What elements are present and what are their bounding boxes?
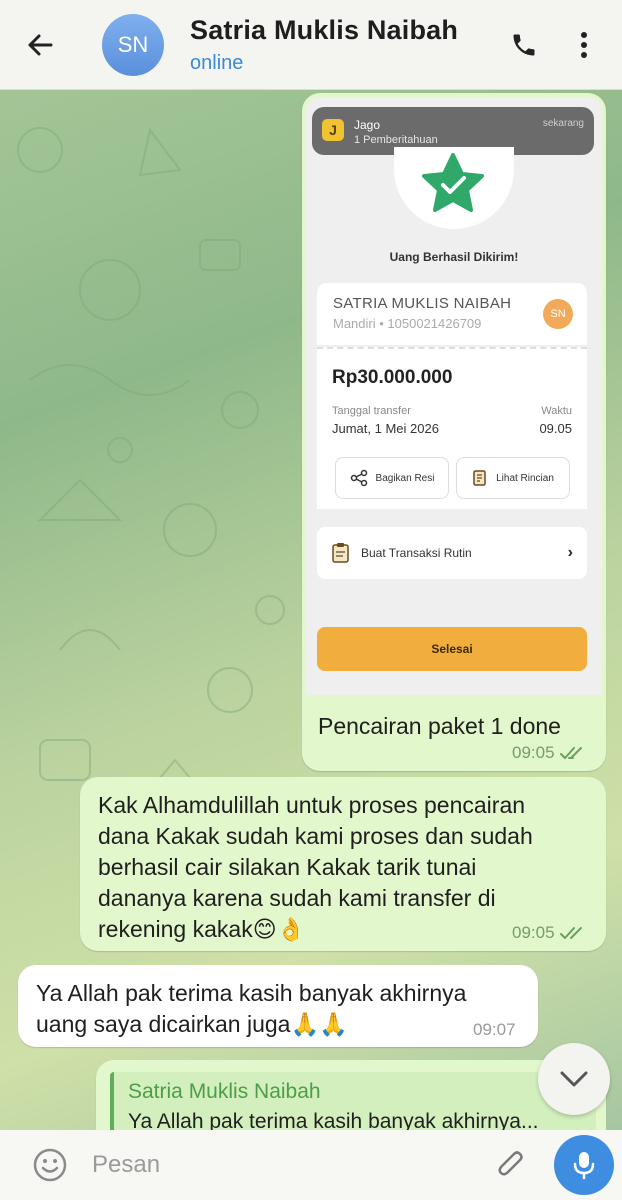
recipient-avatar: SN <box>543 299 573 329</box>
back-button[interactable] <box>0 0 80 90</box>
message-line: Kak Alhamdulillah untuk proses pencairan <box>98 792 526 818</box>
emoji-icon <box>33 1148 67 1182</box>
attach-button[interactable] <box>486 1140 536 1190</box>
share-icon <box>350 469 367 487</box>
message-timestamp: 09:05 <box>512 923 555 942</box>
avatar[interactable]: SN <box>102 13 164 76</box>
star-check-icon <box>422 153 484 212</box>
message-timestamp: 09:05 <box>512 743 555 762</box>
contact-info[interactable]: Satria Muklis Naibah online <box>190 15 494 75</box>
message-line: uang saya dicairkan juga🙏🙏 <box>36 1011 348 1037</box>
document-icon <box>473 470 486 486</box>
message-input[interactable]: Pesan <box>92 1151 486 1179</box>
message-text: Pencairan paket 1 done <box>318 713 561 739</box>
recipient-card: SATRIA MUKLIS NAIBAH Mandiri • 105002142… <box>317 283 587 345</box>
share-receipt-label: Bagikan Resi <box>375 472 435 484</box>
time-label: Waktu <box>541 405 572 417</box>
view-details-button[interactable]: Lihat Rincian <box>456 457 570 499</box>
transfer-details-card: Rp30.000.000 Tanggal transfer Jumat, 1 M… <box>317 347 587 509</box>
message-time: 09:05 <box>512 743 587 763</box>
call-button[interactable] <box>494 0 554 90</box>
emoji-button[interactable] <box>30 1145 70 1185</box>
notification-text: 1 Pemberitahuan <box>354 134 438 146</box>
double-check-icon <box>559 927 582 939</box>
double-check-icon <box>559 747 582 759</box>
routine-transaction-label: Buat Transaksi Rutin <box>361 546 472 560</box>
date-value: Jumat, 1 Mei 2026 <box>332 421 439 436</box>
jago-app-icon: J <box>322 119 344 141</box>
routine-transaction-row[interactable]: Buat Transaksi Rutin › <box>317 527 587 579</box>
view-details-label: Lihat Rincian <box>496 472 554 484</box>
voice-record-button[interactable] <box>554 1135 614 1195</box>
contact-name: Satria Muklis Naibah <box>190 14 459 45</box>
message-line: dana Kakak sudah kami proses dan sudah <box>98 823 533 849</box>
paperclip-icon <box>498 1151 523 1176</box>
phone-icon <box>513 34 535 55</box>
message-timestamp: 09:07 <box>473 1020 516 1039</box>
message-line: rekening kakak😊👌 <box>98 916 306 942</box>
chat-header: SN Satria Muklis Naibah online <box>0 0 622 90</box>
notification-time: sekarang <box>542 118 584 129</box>
message-line: Ya Allah pak terima kasih banyak akhirny… <box>36 980 467 1006</box>
message-line: dananya karena sudah kami transfer di <box>98 885 496 911</box>
recipient-name: SATRIA MUKLIS NAIBAH <box>333 295 512 312</box>
message-time: 09:05 <box>512 923 587 943</box>
more-button[interactable] <box>554 0 614 90</box>
recipient-account: Mandiri • 1050021426709 <box>333 316 482 331</box>
time-value: 09.05 <box>539 421 572 436</box>
success-title: Uang Berhasil Dikirim! <box>389 250 519 264</box>
reply-author: Satria Muklis Naibah <box>128 1080 321 1103</box>
notification-app: Jago <box>354 118 381 132</box>
message-bubble-outgoing[interactable]: Kak Alhamdulillah untuk proses pencairan… <box>80 777 606 951</box>
chevron-right-icon: › <box>567 544 573 561</box>
transfer-amount: Rp30.000.000 <box>332 367 453 388</box>
clipboard-icon <box>332 543 349 563</box>
more-vertical-icon <box>581 31 587 58</box>
contact-status: online <box>190 51 244 74</box>
arrow-left-icon <box>28 34 53 55</box>
message-line: berhasil cair silakan Kakak tarik tunai <box>98 854 477 880</box>
receipt-image[interactable]: J Jago 1 Pemberitahuan sekarang Uang Ber… <box>306 97 602 695</box>
scroll-down-button[interactable] <box>538 1043 610 1115</box>
microphone-icon <box>573 1152 595 1180</box>
chevron-down-icon <box>560 1071 588 1087</box>
share-receipt-button[interactable]: Bagikan Resi <box>335 457 449 499</box>
done-button[interactable]: Selesai <box>317 627 587 671</box>
message-input-bar: Pesan <box>0 1130 622 1200</box>
date-label: Tanggal transfer <box>332 405 411 417</box>
message-bubble-incoming[interactable]: Ya Allah pak terima kasih banyak akhirny… <box>18 965 538 1047</box>
